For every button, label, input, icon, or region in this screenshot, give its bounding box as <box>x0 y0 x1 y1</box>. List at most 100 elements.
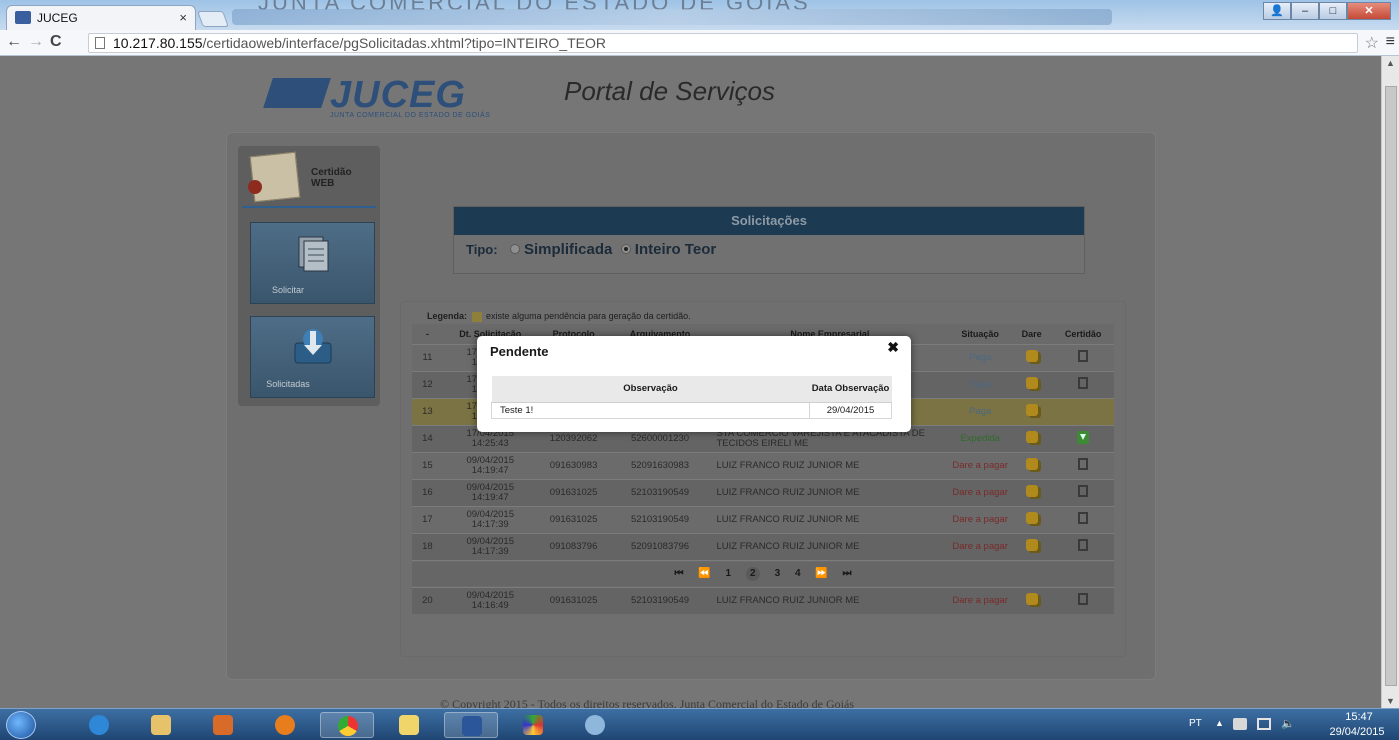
paint-icon <box>585 715 605 735</box>
date-cell: 09/04/2015 14:17:39 <box>442 532 538 560</box>
taskbar-app[interactable] <box>320 712 374 738</box>
sidebar-item-solicitar[interactable]: Solicitar <box>250 222 375 304</box>
taskbar-app[interactable] <box>196 712 250 738</box>
page-3[interactable]: 3 <box>775 568 781 579</box>
taskbar-app[interactable] <box>444 712 498 738</box>
page-4[interactable]: 4 <box>795 568 801 579</box>
column-header: Dare <box>1011 324 1053 344</box>
row-number: 20 <box>412 586 443 614</box>
protocolo-cell: 091631025 <box>537 586 610 614</box>
date-cell: 09/04/2015 14:19:47 <box>442 451 538 479</box>
documents-icon <box>298 236 329 272</box>
table-header-row: Observação Data Observação <box>491 376 892 403</box>
table-row[interactable]: 16 09/04/2015 14:19:47 091631025 52103190549… <box>412 478 1114 506</box>
firefox-icon <box>275 715 295 735</box>
start-button[interactable] <box>6 711 36 739</box>
maximize-button[interactable]: □ <box>1319 2 1347 20</box>
menu-icon[interactable]: ≡ <box>1386 33 1395 51</box>
page-2-current[interactable]: 2 <box>745 567 760 581</box>
legend: Legenda: existe alguma pendência para ge… <box>427 311 691 322</box>
volume-icon[interactable]: 🔈 <box>1281 717 1295 730</box>
user-icon[interactable]: 👤 <box>1263 2 1291 20</box>
option-inteiro-teor[interactable]: Inteiro Teor <box>635 241 716 258</box>
close-icon[interactable]: ✖ <box>887 339 899 356</box>
taskbar-app[interactable] <box>258 712 312 738</box>
dare-coins-icon[interactable] <box>1025 350 1038 362</box>
dare-coins-icon[interactable] <box>1025 458 1038 470</box>
language-indicator[interactable]: PT <box>1189 718 1202 729</box>
url-input[interactable]: 10.217.80.155/certidaoweb/interface/pgSo… <box>88 33 1358 53</box>
minimize-button[interactable]: – <box>1291 2 1319 20</box>
taskbar-app[interactable] <box>568 712 622 738</box>
table-row[interactable]: 17 09/04/2015 14:17:39 091631025 52103190549… <box>412 505 1114 533</box>
legend-text: existe alguma pendência para geração da … <box>486 311 691 321</box>
dare-coins-icon[interactable] <box>1025 512 1038 524</box>
tab-close-icon[interactable]: × <box>179 10 187 25</box>
situacao-cell: Dare a pagar <box>949 505 1012 533</box>
dare-cell <box>1011 451 1053 479</box>
reload-icon[interactable]: C <box>50 34 62 50</box>
sidebar: Certidão WEB Solicitar Solicitadas <box>238 146 380 406</box>
back-icon[interactable]: ← <box>6 34 22 50</box>
browser-chrome: JUNTA COMERCIAL DO ESTADO DE GOIÁS JUCEG… <box>0 0 1399 56</box>
sidebar-item-solicitadas[interactable]: Solicitadas <box>250 316 375 398</box>
taskbar-app[interactable] <box>134 712 188 738</box>
column-header: - <box>412 324 443 344</box>
certidao-cell <box>1052 478 1114 506</box>
column-header[interactable]: Situação <box>949 324 1012 344</box>
system-tray: PT ▲ 🔈 15:47 29/04/2015 <box>1169 709 1399 740</box>
certificate-icon <box>249 151 301 203</box>
radio-inteiro-teor[interactable] <box>620 243 631 254</box>
taskbar-app[interactable] <box>72 712 126 738</box>
radio-simplificada[interactable] <box>509 243 520 254</box>
last-page-button[interactable]: ⏭ <box>843 568 852 579</box>
clock-date[interactable]: 29/04/2015 <box>1321 726 1393 738</box>
page-scrollbar[interactable]: ▲ ▼ <box>1381 56 1399 708</box>
date-value: 09/04/2015 <box>466 535 514 547</box>
tab-juceg[interactable]: JUCEG × <box>6 5 196 30</box>
logo-mark-icon <box>263 78 331 108</box>
legend-swatch <box>471 311 482 322</box>
dare-coins-icon[interactable] <box>1025 485 1038 497</box>
background-tabs <box>232 9 1112 25</box>
dare-coins-icon[interactable] <box>1025 593 1038 606</box>
sidebar-item-label: Solicitadas <box>266 379 310 389</box>
row-number: 12 <box>412 370 443 398</box>
dare-coins-icon[interactable] <box>1025 431 1038 443</box>
folder-icon <box>399 715 419 735</box>
new-tab-button[interactable] <box>197 11 229 27</box>
situacao-cell: Dare a pagar <box>949 532 1012 560</box>
observacao-table: Observação Data Observação Teste 1! 29/0… <box>491 376 892 419</box>
download-certificate-icon[interactable] <box>1077 430 1090 444</box>
clock-time[interactable]: 15:47 <box>1329 711 1389 723</box>
scroll-thumb[interactable] <box>1385 86 1397 686</box>
first-page-button[interactable]: ⏮ <box>674 568 683 579</box>
page-1[interactable]: 1 <box>725 568 731 579</box>
scroll-up-icon[interactable]: ▲ <box>1386 58 1395 68</box>
time-value: 14:19:47 <box>471 491 509 503</box>
juceg-logo[interactable]: JUCEG JUNTA COMERCIAL DO ESTADO DE GOIÁS <box>263 74 518 119</box>
certidao-cell <box>1052 586 1114 614</box>
prev-page-button[interactable]: ⏪ <box>698 568 710 579</box>
show-hidden-icons-icon[interactable]: ▲ <box>1215 718 1224 728</box>
file-explorer-icon <box>151 715 171 735</box>
taskbar-app[interactable] <box>382 712 436 738</box>
table-row[interactable]: 20 09/04/2015 14:16:49 091631025 52103190549… <box>412 586 1114 614</box>
solicitacoes-title: Solicitações <box>454 207 1084 235</box>
dare-coins-icon[interactable] <box>1025 404 1038 416</box>
dare-coins-icon[interactable] <box>1025 377 1038 389</box>
table-row[interactable]: 18 09/04/2015 14:17:39 091083796 52091083796… <box>412 532 1114 560</box>
close-window-button[interactable]: ✕ <box>1347 2 1391 20</box>
action-center-flag-icon[interactable] <box>1233 718 1247 730</box>
network-icon[interactable] <box>1257 718 1271 730</box>
option-simplificada[interactable]: Simplificada <box>524 241 612 258</box>
bookmark-star-icon[interactable]: ☆ <box>1365 33 1379 53</box>
dare-coins-icon[interactable] <box>1025 539 1038 551</box>
tipo-selector: Tipo: Simplificada Inteiro Teor <box>466 241 720 259</box>
nome-cell: LUIZ FRANCO RUIZ JUNIOR ME <box>710 532 950 560</box>
forward-icon[interactable]: → <box>28 34 44 50</box>
table-row[interactable]: 15 09/04/2015 14:19:47 091630983 52091630983… <box>412 451 1114 479</box>
next-page-button[interactable]: ⏩ <box>815 568 827 579</box>
scroll-down-icon[interactable]: ▼ <box>1386 696 1395 706</box>
taskbar-app[interactable] <box>506 712 560 738</box>
